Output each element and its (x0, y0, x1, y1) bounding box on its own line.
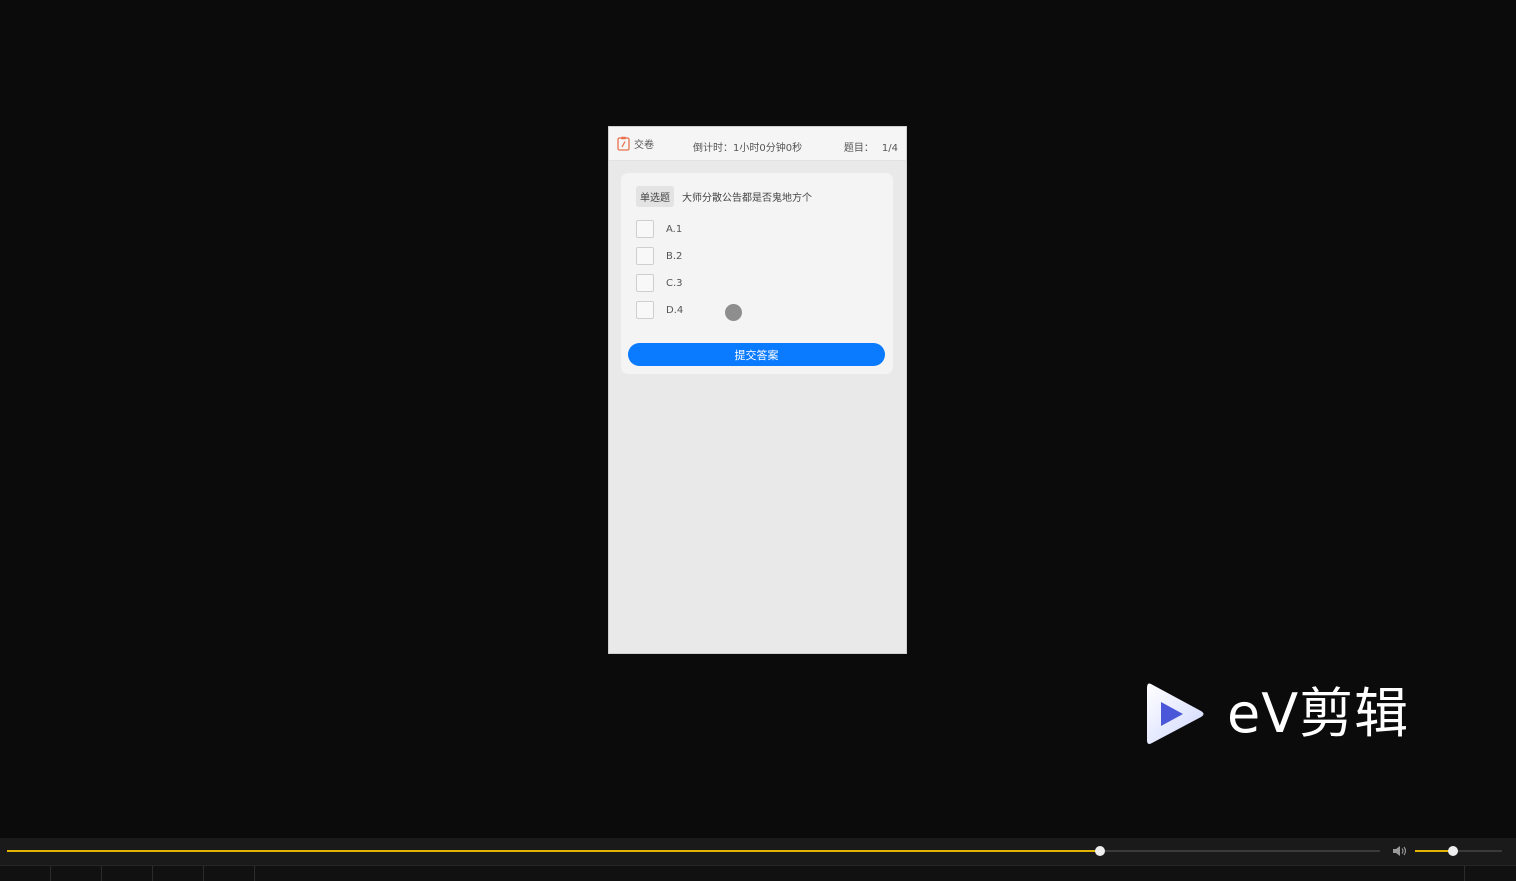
option-label: C.3 (666, 277, 683, 289)
option-label: D.4 (666, 304, 684, 316)
option-checkbox[interactable] (636, 274, 654, 292)
progress-handle[interactable] (1094, 846, 1105, 856)
question-counter-value: 1/4 (881, 143, 898, 154)
submit-answer-button[interactable]: 提交答案 (628, 343, 885, 366)
option-label: B.2 (666, 250, 683, 262)
toolbar-divider (203, 866, 204, 881)
question-card: 单选题 大师分散公告都是否鬼地方个 A.1 B.2 C.3 D.4 提交答案 (621, 173, 893, 374)
quiz-topbar: 交卷 倒计时：1小时0分钟0秒 题目： 1/4 (609, 127, 906, 161)
volume-icon[interactable] (1392, 844, 1408, 858)
option-d[interactable]: D.4 (636, 301, 683, 319)
countdown-timer: 倒计时：1小时0分钟0秒 (693, 143, 803, 154)
player-controls (0, 838, 1516, 881)
bottom-toolbar-strip (0, 865, 1516, 881)
clipboard-icon (617, 136, 630, 151)
ev-watermark: eV剪辑 (1145, 680, 1445, 750)
question-header: 单选题 大师分散公告都是否鬼地方个 (636, 186, 812, 207)
volume-slider[interactable] (1415, 846, 1502, 856)
option-checkbox[interactable] (636, 301, 654, 319)
submit-exam-button[interactable]: 交卷 (617, 136, 654, 151)
option-label: A.1 (666, 223, 683, 235)
submit-exam-label: 交卷 (634, 140, 654, 151)
toolbar-divider (152, 866, 153, 881)
toolbar-divider (254, 866, 255, 881)
question-type-badge: 单选题 (636, 186, 674, 207)
option-c[interactable]: C.3 (636, 274, 683, 292)
option-a[interactable]: A.1 (636, 220, 682, 238)
progress-bar[interactable] (7, 846, 1380, 856)
mouse-cursor-indicator (725, 304, 742, 321)
option-b[interactable]: B.2 (636, 247, 682, 265)
question-text: 大师分散公告都是否鬼地方个 (682, 193, 812, 204)
toolbar-divider (1464, 866, 1465, 881)
option-checkbox[interactable] (636, 247, 654, 265)
question-counter-label: 题目： (843, 143, 874, 154)
toolbar-divider (50, 866, 51, 881)
question-counter: 题目： 1/4 (844, 139, 898, 154)
play-logo-icon (1147, 683, 1204, 744)
progress-fill (7, 850, 1100, 852)
option-checkbox[interactable] (636, 220, 654, 238)
quiz-app-window: 交卷 倒计时：1小时0分钟0秒 题目： 1/4 单选题 大师分散公告都是否鬼地方个… (608, 126, 907, 654)
watermark-text: eV剪辑 (1227, 682, 1410, 745)
video-stage: 交卷 倒计时：1小时0分钟0秒 题目： 1/4 单选题 大师分散公告都是否鬼地方个… (0, 0, 1516, 817)
toolbar-divider (101, 866, 102, 881)
volume-handle[interactable] (1448, 846, 1459, 856)
